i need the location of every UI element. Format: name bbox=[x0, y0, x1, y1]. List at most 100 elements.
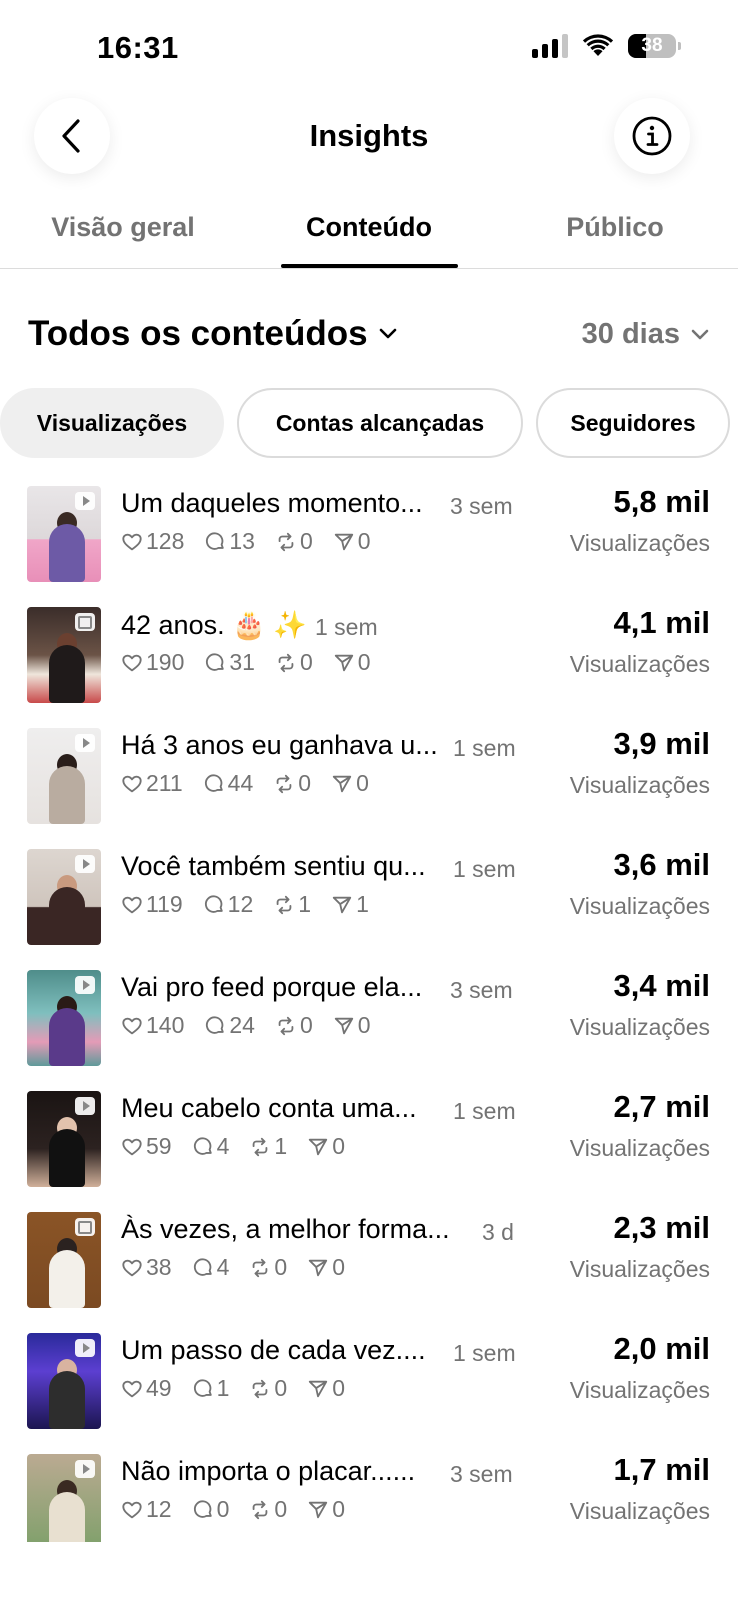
reposts-count: 0 bbox=[299, 649, 313, 675]
shares-stat: 0 bbox=[307, 1375, 345, 1402]
comments-count: 4 bbox=[216, 1133, 230, 1159]
chip-visualizacoes[interactable]: Visualizações bbox=[0, 388, 224, 458]
likes-count: 49 bbox=[146, 1375, 172, 1401]
comment-icon bbox=[204, 894, 223, 913]
list-item[interactable]: Às vezes, a melhor forma... 3 d 38 4 0 0 2,3 m… bbox=[0, 1200, 738, 1324]
tab-conteudo[interactable]: Conteúdo bbox=[280, 212, 458, 243]
heart-icon bbox=[122, 1017, 142, 1034]
reposts-stat: 0 bbox=[275, 528, 313, 555]
list-item[interactable]: Vai pro feed porque ela... 3 sem 140 24 0 0 3,… bbox=[0, 958, 738, 1082]
period-dropdown[interactable]: 30 dias bbox=[582, 318, 710, 351]
post-age: 1 sem bbox=[453, 735, 516, 761]
repost-icon bbox=[253, 1379, 268, 1398]
post-stats: 12 0 0 0 bbox=[121, 1496, 365, 1523]
likes-count: 190 bbox=[146, 649, 185, 675]
reel-icon bbox=[75, 492, 95, 510]
post-caption: Não importa o placar...... bbox=[121, 1456, 416, 1486]
header: Insights bbox=[0, 98, 738, 178]
comments-stat: 31 bbox=[204, 649, 255, 676]
reel-icon bbox=[75, 976, 95, 994]
status-icons: 38 bbox=[532, 34, 681, 58]
chip-contas-alcancadas[interactable]: Contas alcançadas bbox=[237, 388, 523, 458]
chip-seguidores[interactable]: Seguidores bbox=[536, 388, 730, 458]
list-item[interactable]: Meu cabelo conta uma... 1 sem 59 4 1 0 2,7 mil… bbox=[0, 1079, 738, 1203]
likes-count: 59 bbox=[146, 1133, 172, 1159]
shares-stat: 0 bbox=[331, 770, 369, 797]
post-thumbnail[interactable] bbox=[27, 486, 101, 582]
likes-stat: 128 bbox=[121, 528, 184, 555]
list-item[interactable]: 42 anos. 🎂 ✨ 1 sem 190 31 0 0 4,1 mil Visualiza… bbox=[0, 595, 738, 719]
list-item[interactable]: Não importa o placar...... 3 sem 12 0 0 0 1,7 … bbox=[0, 1442, 738, 1542]
post-thumbnail[interactable] bbox=[27, 970, 101, 1066]
shares-stat: 0 bbox=[307, 1496, 345, 1523]
shares-count: 0 bbox=[332, 1254, 345, 1280]
post-thumbnail[interactable] bbox=[27, 1212, 101, 1308]
post-stats: 211 44 0 0 bbox=[121, 770, 389, 797]
likes-count: 38 bbox=[146, 1254, 172, 1280]
list-item[interactable]: Um daqueles momento... 3 sem 128 13 0 0 5,8 mi… bbox=[0, 474, 738, 598]
repost-icon bbox=[253, 1137, 268, 1156]
shares-count: 0 bbox=[356, 770, 369, 796]
post-stats: 38 4 0 0 bbox=[121, 1254, 365, 1281]
repost-icon bbox=[253, 1500, 268, 1519]
reposts-stat: 1 bbox=[273, 891, 311, 918]
comments-count: 13 bbox=[229, 528, 255, 554]
list-item[interactable]: Há 3 anos eu ganhava u... 1 sem 211 44 0 0 3,9… bbox=[0, 716, 738, 840]
likes-stat: 49 bbox=[121, 1375, 172, 1402]
post-stats: 49 1 0 0 bbox=[121, 1375, 365, 1402]
share-icon bbox=[332, 896, 352, 913]
list-item[interactable]: Um passo de cada vez.... 1 sem 49 1 0 0 2,0 mi… bbox=[0, 1321, 738, 1445]
post-age: 1 sem bbox=[453, 1340, 516, 1366]
views-label: Visualizações bbox=[569, 1377, 710, 1403]
views-value: 3,6 mil bbox=[613, 847, 711, 882]
likes-stat: 140 bbox=[121, 1012, 184, 1039]
info-button[interactable] bbox=[614, 98, 690, 174]
comments-stat: 44 bbox=[203, 770, 253, 797]
reposts-count: 0 bbox=[274, 1254, 288, 1280]
carousel-icon bbox=[75, 1218, 95, 1236]
post-age: 3 d bbox=[482, 1219, 514, 1245]
comments-count: 4 bbox=[216, 1254, 230, 1280]
tab-visao-geral[interactable]: Visão geral bbox=[0, 212, 246, 243]
share-icon bbox=[309, 1138, 328, 1155]
post-caption: Às vezes, a melhor forma... bbox=[121, 1214, 450, 1244]
reposts-stat: 0 bbox=[275, 1012, 313, 1039]
comments-stat: 0 bbox=[192, 1496, 229, 1523]
heart-icon bbox=[122, 775, 142, 792]
views-label: Visualizações bbox=[569, 1256, 710, 1282]
post-caption: Vai pro feed porque ela... bbox=[121, 972, 423, 1002]
heart-icon bbox=[122, 533, 142, 550]
list-item[interactable]: Você também sentiu qu... 1 sem 119 12 1 1 3,6 … bbox=[0, 837, 738, 961]
repost-icon bbox=[278, 653, 294, 672]
shares-count: 0 bbox=[332, 1375, 345, 1401]
post-age: 3 sem bbox=[450, 977, 513, 1003]
tab-publico[interactable]: Público bbox=[520, 212, 710, 243]
content-type-dropdown[interactable]: Todos os conteúdos bbox=[28, 314, 398, 354]
repost-icon bbox=[278, 1016, 294, 1035]
post-thumbnail[interactable] bbox=[27, 1091, 101, 1187]
reel-icon bbox=[75, 1339, 95, 1357]
post-thumbnail[interactable] bbox=[27, 728, 101, 824]
share-icon bbox=[332, 775, 352, 792]
post-thumbnail[interactable] bbox=[27, 607, 101, 703]
post-age: 3 sem bbox=[450, 493, 513, 519]
comments-count: 24 bbox=[229, 1012, 255, 1038]
post-caption: Você também sentiu qu... bbox=[121, 851, 426, 881]
post-caption: Há 3 anos eu ganhava u... bbox=[121, 730, 438, 760]
views-label: Visualizações bbox=[569, 893, 710, 919]
reposts-count: 1 bbox=[298, 891, 312, 917]
post-thumbnail[interactable] bbox=[27, 1454, 101, 1542]
metric-chips: Visualizações Contas alcançadas Seguidor… bbox=[0, 388, 738, 458]
shares-count: 0 bbox=[357, 1012, 371, 1038]
share-icon bbox=[309, 1380, 328, 1397]
reposts-stat: 0 bbox=[273, 770, 311, 797]
heart-icon bbox=[122, 1259, 142, 1276]
shares-stat: 0 bbox=[333, 1012, 371, 1039]
shares-stat: 1 bbox=[331, 891, 369, 918]
post-thumbnail[interactable] bbox=[27, 849, 101, 945]
views-value: 3,9 mil bbox=[613, 726, 711, 761]
shares-count: 0 bbox=[357, 649, 371, 675]
shares-stat: 0 bbox=[307, 1254, 345, 1281]
post-thumbnail[interactable] bbox=[27, 1333, 101, 1429]
shares-stat: 0 bbox=[307, 1133, 345, 1160]
